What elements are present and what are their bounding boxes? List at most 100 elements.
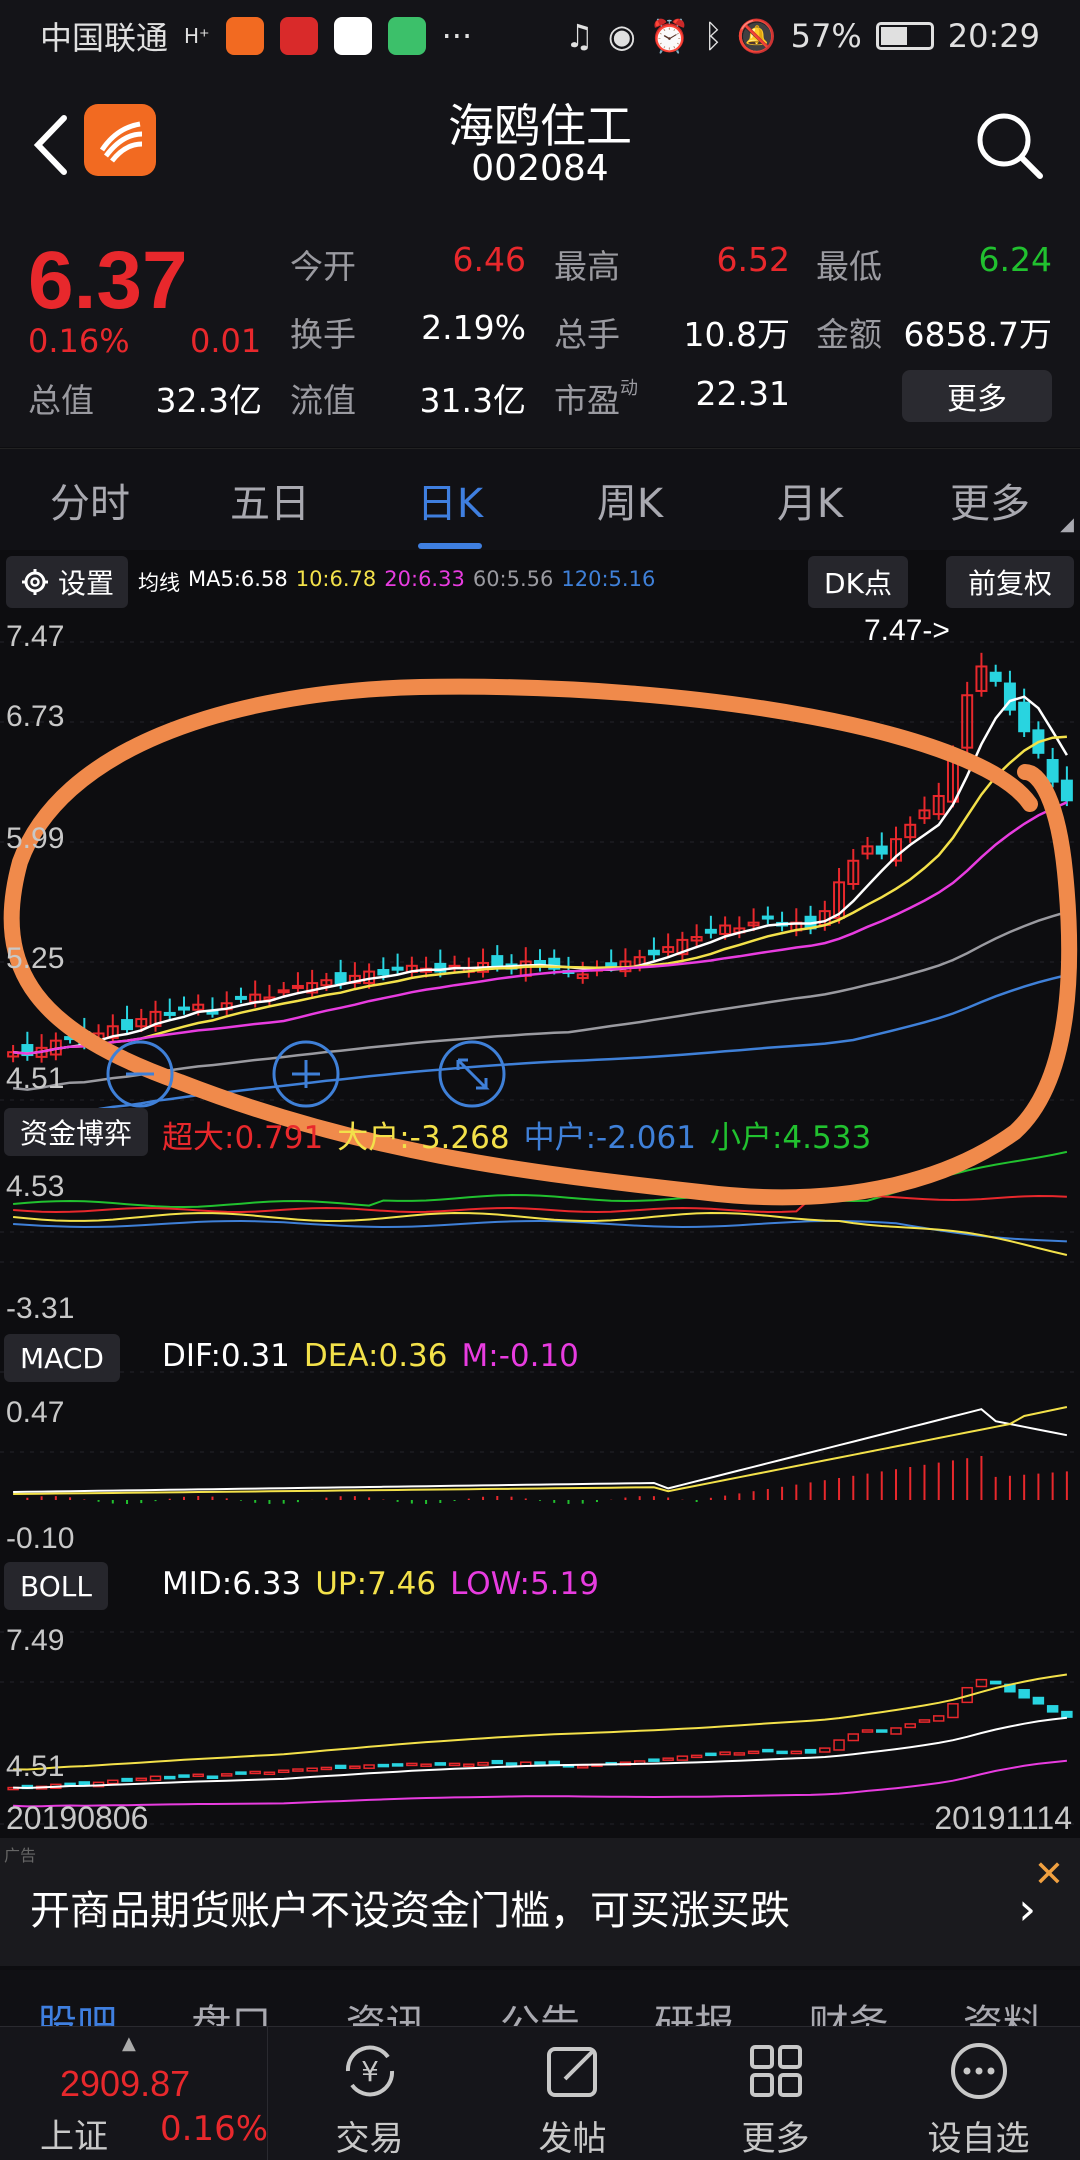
zoom-plus-icon[interactable]	[272, 1040, 340, 1108]
candle-body	[163, 1011, 176, 1016]
tab-news[interactable]: 资讯	[309, 1970, 463, 2030]
candle-body	[334, 972, 347, 985]
float-cap-label: 流值	[290, 381, 356, 420]
tab-finance[interactable]: 财务	[771, 1970, 925, 2030]
grid-icon	[749, 2045, 802, 2097]
date-end: 20191114	[934, 1800, 1072, 1836]
boll-candle	[206, 1775, 219, 1779]
post-button[interactable]: 发帖	[471, 2027, 674, 2160]
add-watchlist-label: 设自选	[927, 2119, 1030, 2159]
tab-more[interactable]: 更多 ◢	[900, 471, 1080, 535]
turnover-value: 2.19%	[421, 308, 526, 347]
ad-banner[interactable]: 广告 开商品期货账户不设资金门槛，可买涨买跌 › ✕	[0, 1838, 1080, 1966]
macd-panel-button[interactable]: MACD	[4, 1334, 120, 1382]
trade-icon: ¥	[345, 2045, 394, 2097]
dk-point-button[interactable]: DK点	[808, 556, 908, 608]
tab-monthly-k[interactable]: 月K	[720, 471, 900, 529]
boll-plot	[7, 1673, 1073, 1808]
tab-profile[interactable]: 资料	[926, 1970, 1080, 2030]
boll-panel-button[interactable]: BOLL	[4, 1562, 108, 1610]
pe-label: 市盈动	[554, 378, 638, 420]
tab-announcements[interactable]: 公告	[463, 1970, 617, 2030]
trade-button[interactable]: ¥ 交易	[268, 2027, 471, 2160]
boll-candle	[762, 1748, 774, 1753]
low-value: 6.24	[978, 240, 1052, 279]
candle-body	[178, 1006, 190, 1011]
kline-chart[interactable]	[0, 612, 1080, 1842]
more-quote-button[interactable]: 更多	[902, 370, 1052, 422]
boll-candle	[349, 1765, 361, 1769]
status-bar: 中国联通 H⁺ ··· ♫ ◉ ⏰ ᛒ 🔕 57% 20:29	[0, 0, 1080, 72]
boll-candle	[576, 1765, 589, 1769]
tab-weekly-k[interactable]: 周K	[540, 471, 720, 529]
tab-research[interactable]: 研报	[617, 1970, 771, 2030]
ma-legend: 均线 MA5:6.58 10:6.78 20:6.33 60:5.56 120:…	[138, 567, 655, 597]
top-bar: 海鸥住工 002084	[0, 72, 1080, 222]
turnover-label: 换手	[290, 315, 356, 354]
boll-candle	[107, 1779, 119, 1785]
boll-candle	[1018, 1689, 1030, 1699]
more-nav-button[interactable]: 更多	[674, 2027, 877, 2160]
app-icon-3	[333, 17, 372, 55]
tab-five-day[interactable]: 五日	[180, 471, 360, 529]
forward-adjust-button[interactable]: 前复权	[946, 556, 1074, 608]
index-ticker[interactable]: ▲ 2909.87 上证 0.16%	[0, 2027, 268, 2160]
tab-intraday[interactable]: 分时	[0, 471, 180, 529]
boll-candle	[149, 1775, 162, 1781]
boll-candle	[463, 1763, 475, 1767]
amount-label: 金额	[816, 315, 882, 354]
boll-candle	[164, 1775, 176, 1780]
pe-dynamic-mark: 动	[620, 378, 638, 399]
ma-label: 均线	[138, 571, 181, 595]
candle-body	[377, 969, 390, 976]
boll-candle	[78, 1781, 91, 1786]
boll-candle	[918, 1719, 931, 1723]
axis-label-low: 4.51	[6, 1062, 65, 1095]
float-cap-value: 31.3亿	[419, 381, 526, 420]
bottom-nav: ▲ 2909.87 上证 0.16% ¥ 交易 发帖 更多 设自选	[0, 2026, 1080, 2160]
boll-candle	[904, 1723, 916, 1729]
tab-guba[interactable]: 股吧	[0, 1970, 154, 2030]
boll-candle	[277, 1769, 290, 1774]
boll-candle	[947, 1703, 959, 1719]
boll-candle	[876, 1729, 888, 1733]
add-watchlist-button[interactable]: 设自选	[877, 2027, 1080, 2160]
chart-grid	[0, 641, 1080, 1825]
boll-candle	[648, 1758, 660, 1762]
fund-medium: 中户:-2.061	[523, 1120, 696, 1156]
macd-dif-line	[13, 1408, 1068, 1493]
boll-candle	[890, 1727, 902, 1735]
chart-toolbar: 设置 均线 MA5:6.58 10:6.78 20:6.33 60:5.56 1…	[0, 552, 1080, 612]
tab-pankou[interactable]: 盘口	[154, 1970, 308, 2030]
macd-legend: DIF:0.31 DEA:0.36 M:-0.10	[162, 1338, 579, 1374]
boll-candle	[989, 1680, 1002, 1685]
candles	[7, 652, 1073, 1063]
ad-tag: 广告	[4, 1846, 37, 1865]
close-icon[interactable]: ✕	[1034, 1854, 1064, 1895]
content-tabs: 股吧 盘口 资讯 公告 研报 财务 资料	[0, 1970, 1080, 2030]
boll-candle	[135, 1777, 148, 1782]
zoom-fullscreen-icon[interactable]	[438, 1040, 506, 1108]
candle-body	[391, 966, 404, 971]
boll-candle	[235, 1771, 247, 1775]
macd-plot	[13, 1406, 1068, 1504]
ma60-value: 60:5.56	[472, 567, 554, 591]
fund-line-3	[13, 1211, 1068, 1256]
fund-panel-button[interactable]: 资金博弈	[4, 1108, 149, 1156]
settings-button[interactable]: 设置	[6, 556, 129, 608]
boll-candle	[975, 1678, 988, 1688]
boll-candle	[406, 1762, 418, 1767]
change-percent: 0.16%	[28, 322, 130, 360]
search-icon[interactable]	[970, 106, 1050, 186]
boll-candle	[790, 1750, 803, 1755]
candle-body	[1046, 759, 1059, 783]
fund-legend: 超大:0.791 大户:-3.268 中户:-2.061 小户:4.533	[162, 1112, 871, 1157]
candle-body	[1060, 779, 1073, 802]
pe-value: 22.31	[695, 374, 790, 413]
signal-icon: H⁺	[184, 24, 210, 48]
ma10-value: 10:6.78	[295, 567, 377, 591]
ma120-line	[12, 973, 1068, 1120]
boll-candle	[477, 1761, 489, 1766]
axis-label-3: 5.99	[6, 822, 65, 855]
tab-daily-k[interactable]: 日K	[360, 471, 540, 549]
